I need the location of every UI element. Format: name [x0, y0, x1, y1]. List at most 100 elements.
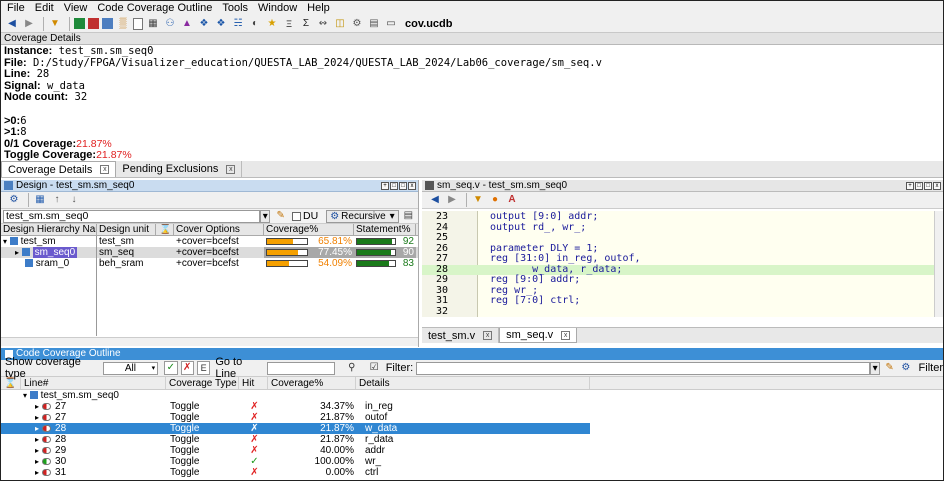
expand-icon[interactable]: ▸	[35, 446, 39, 455]
folder-icon[interactable]: ◫	[333, 17, 347, 31]
network-icon[interactable]: ❖	[214, 17, 228, 31]
source-code-view[interactable]: 23 output [9:0] addr; 24 output rd_, wr_; …	[422, 211, 934, 317]
close-icon[interactable]: x	[100, 165, 110, 174]
expand-icon[interactable]: ▸	[35, 457, 39, 466]
close-icon[interactable]: x	[226, 164, 236, 174]
document-icon[interactable]	[133, 17, 143, 30]
check-icon[interactable]: ✓	[164, 361, 178, 375]
sort-down-icon[interactable]: ↓	[67, 193, 81, 207]
assertion-icon[interactable]: ▲	[180, 17, 194, 31]
close-icon[interactable]: x	[561, 330, 571, 340]
chevron-down-icon[interactable]: ▾	[260, 209, 271, 223]
panel-maximize-icon[interactable]: □	[924, 181, 932, 190]
cancel-icon[interactable]: ✗	[180, 361, 194, 375]
binoculars-icon[interactable]: ☑	[367, 361, 380, 375]
outline-row[interactable]: ▸ 27 Toggle ✗ 34.37% in_reg	[1, 401, 590, 412]
star-icon[interactable]: ★	[265, 17, 279, 31]
expand-icon[interactable]: ▸	[15, 248, 19, 257]
menu-view[interactable]: View	[64, 1, 88, 15]
find-icon[interactable]: ⚲	[345, 361, 358, 375]
col-line[interactable]: Line#	[21, 377, 166, 389]
clear-filter-icon[interactable]: ✎	[274, 209, 287, 223]
design-hscroll[interactable]	[1, 337, 418, 346]
goto-line-input[interactable]	[266, 361, 336, 375]
filter-settings-icon[interactable]: ⚙	[899, 361, 912, 375]
signal-icon[interactable]: Ξ	[282, 17, 296, 31]
du-checkbox[interactable]	[292, 211, 302, 221]
expand-icon[interactable]: ▸	[35, 413, 39, 422]
clear-filter-icon[interactable]: ✎	[883, 361, 896, 375]
settings-icon[interactable]: ⚙	[350, 17, 364, 31]
link-icon[interactable]: ↭	[316, 17, 330, 31]
panel-close-icon[interactable]: x	[408, 181, 416, 190]
design-row[interactable]: ▾ test_sm test_sm +cover=bcefst 65.81% 9…	[1, 236, 418, 247]
menu-edit[interactable]: Edit	[35, 1, 54, 15]
forward-arrow-icon[interactable]: ▶	[445, 193, 459, 207]
col-statement[interactable]: Statement%	[354, 224, 416, 235]
hierarchy-icon[interactable]: ⚇	[163, 17, 177, 31]
expand-icon[interactable]: ▸	[35, 468, 39, 477]
outline-row[interactable]: ▸ 30 Toggle ✓ 100.00% wr_	[1, 456, 590, 467]
tab-pending-exclusions[interactable]: Pending Exclusions x	[116, 161, 243, 177]
columns-toggle-icon[interactable]: ▤	[402, 209, 415, 223]
panel-dock-icon[interactable]: □	[390, 181, 398, 190]
panel-dock-icon[interactable]: □	[915, 181, 923, 190]
exclude-icon[interactable]: E	[196, 361, 211, 375]
design-row-selected[interactable]: ▸ sm_seq0 sm_seq +cover=bcefst 77.45% 90	[1, 247, 418, 258]
branch-icon[interactable]: ☵	[231, 17, 245, 31]
fsm-icon[interactable]: ❖	[197, 17, 211, 31]
gear-icon[interactable]: ⚙	[7, 193, 21, 207]
col-hourglass-icon[interactable]: ⌛	[1, 377, 21, 389]
panel-close-icon[interactable]: x	[933, 181, 941, 190]
outline-row[interactable]: ▸ 31 Toggle ✗ 0.00% ctrl	[1, 467, 590, 478]
col-cover-options[interactable]: Cover Options	[174, 224, 264, 235]
recursive-dropdown[interactable]: ⚙ Recursive ▾	[326, 209, 399, 223]
info-icon[interactable]: ●	[488, 193, 502, 207]
panel-maximize-icon[interactable]: □	[399, 181, 407, 190]
back-arrow-icon[interactable]: ◀	[5, 17, 19, 31]
close-icon[interactable]: x	[483, 331, 493, 340]
columns-icon[interactable]: ▦	[33, 193, 47, 207]
tab-coverage-details[interactable]: Coverage Details x	[1, 161, 117, 177]
sum-icon[interactable]: Σ	[299, 17, 313, 31]
table-icon[interactable]	[102, 18, 113, 29]
col-design-unit[interactable]: Design unit	[97, 224, 156, 235]
toggle-icon[interactable]: ◐	[248, 17, 262, 31]
expand-icon[interactable]: ▾	[3, 237, 7, 246]
expand-icon[interactable]: ▸	[35, 435, 39, 444]
menu-window[interactable]: Window	[258, 1, 297, 15]
expand-icon[interactable]: ▾	[23, 391, 27, 400]
panel-float-icon[interactable]: +	[381, 181, 389, 190]
filter-icon[interactable]: ▼	[471, 193, 485, 207]
col-hit[interactable]: Hit	[239, 377, 268, 389]
col-hourglass-icon[interactable]: ⌛	[156, 224, 174, 235]
tab-sm-seq-v[interactable]: sm_seq.v x	[499, 328, 578, 343]
filter-icon[interactable]: ▼	[48, 17, 62, 31]
forward-arrow-icon[interactable]: ▶	[22, 17, 36, 31]
col-coverage-type[interactable]: Coverage Type	[166, 377, 239, 389]
source-vscroll[interactable]	[934, 211, 943, 317]
sort-up-icon[interactable]: ↑	[50, 193, 64, 207]
menu-code-coverage-outline[interactable]: Code Coverage Outline	[97, 1, 212, 15]
back-arrow-icon[interactable]: ◀	[428, 193, 442, 207]
col-coverage[interactable]: Coverage%	[264, 224, 354, 235]
coverage-type-select[interactable]: All ▾	[102, 361, 159, 375]
font-icon[interactable]: A	[505, 193, 519, 207]
filter-input[interactable]	[416, 361, 871, 375]
database-icon[interactable]: ▭	[384, 17, 398, 31]
outline-row-selected[interactable]: ▸ 28 Toggle ✗ 21.87% w_data	[1, 423, 590, 434]
grid-red-icon[interactable]	[88, 18, 99, 29]
tab-test-sm-v[interactable]: test_sm.v x	[422, 328, 500, 343]
col-hierarchy[interactable]: Design Hierarchy Name	[1, 224, 97, 235]
design-path-input[interactable]: test_sm.sm_seq0	[3, 209, 261, 223]
grid-green-icon[interactable]	[74, 18, 85, 29]
menu-file[interactable]: File	[7, 1, 25, 15]
chevron-down-icon[interactable]: ▾	[870, 361, 880, 375]
outline-row[interactable]: ▸ 27 Toggle ✗ 21.87% outof	[1, 412, 590, 423]
menu-help[interactable]: Help	[307, 1, 330, 15]
export-icon[interactable]: ▤	[367, 17, 381, 31]
expand-icon[interactable]: ▸	[35, 424, 39, 433]
col-coverage-pct[interactable]: Coverage%	[268, 377, 356, 389]
menu-tools[interactable]: Tools	[222, 1, 248, 15]
outline-row[interactable]: ▸ 28 Toggle ✗ 21.87% r_data	[1, 434, 590, 445]
